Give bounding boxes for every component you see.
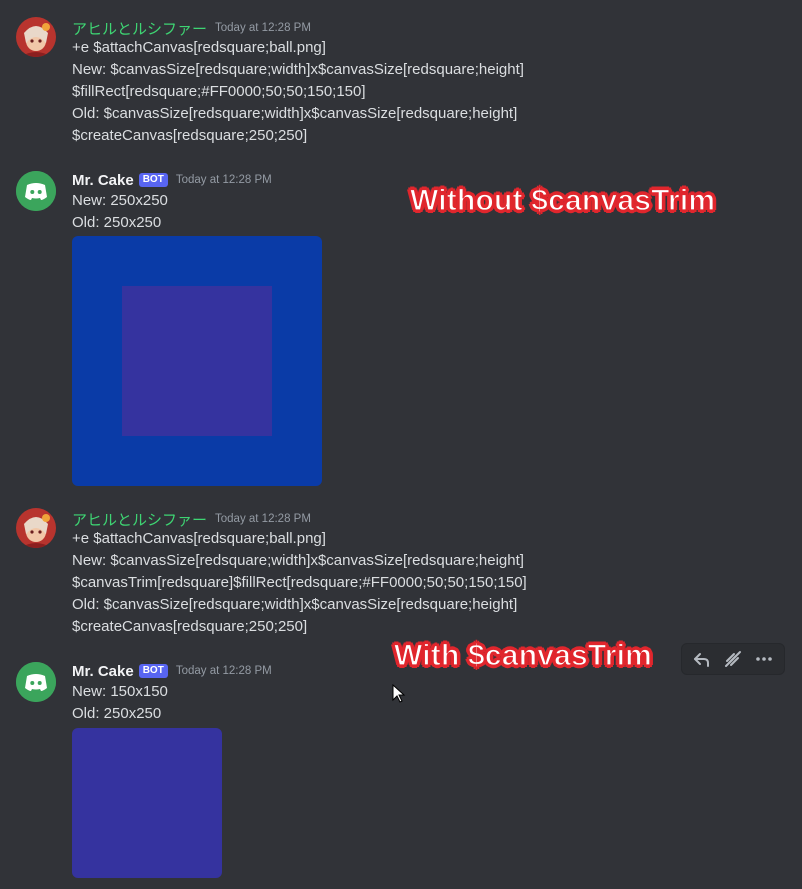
attachment-image[interactable] — [72, 236, 322, 486]
message-line: Old: 250x250 — [72, 705, 162, 722]
more-button[interactable] — [750, 645, 778, 673]
timestamp[interactable]: Today at 12:28 PM — [215, 22, 311, 34]
message-line: Old: $canvasSize[redsquare;width]x$canva… — [72, 105, 518, 122]
attachment-image[interactable] — [72, 728, 222, 878]
user-avatar[interactable] — [16, 17, 56, 57]
reply-button[interactable] — [688, 645, 716, 673]
timestamp[interactable]: Today at 12:28 PM — [176, 665, 272, 677]
message-line: +e $attachCanvas[redsquare;ball.png] — [72, 39, 326, 56]
message-header: アヒルとルシファー Today at 12:28 PM — [72, 17, 311, 39]
message-line: $fillRect[redsquare;#FF0000;50;50;150;15… — [72, 83, 366, 100]
filled-square — [122, 286, 272, 436]
spring-icon — [724, 651, 741, 667]
bot-tag: BOT — [138, 664, 168, 678]
user-avatar[interactable] — [16, 508, 56, 548]
message-header: Mr. Cake BOT Today at 12:28 PM — [72, 169, 272, 191]
timestamp[interactable]: Today at 12:28 PM — [215, 513, 311, 525]
annotation-without: Without $canvasTrim — [409, 183, 716, 217]
message-line: Old: 250x250 — [72, 214, 162, 231]
message-header: Mr. Cake BOT Today at 12:28 PM — [72, 660, 272, 682]
reply-icon — [693, 653, 709, 667]
username[interactable]: Mr. Cake — [72, 172, 134, 189]
mouse-cursor-icon — [392, 684, 406, 703]
annotation-with: With $canvasTrim — [393, 638, 653, 672]
discord-logo-icon — [16, 662, 56, 702]
discord-logo-icon — [16, 171, 56, 211]
username[interactable]: アヒルとルシファー — [72, 509, 207, 530]
message-line: $createCanvas[redsquare;250;250] — [72, 618, 308, 635]
message-line: +e $attachCanvas[redsquare;ball.png] — [72, 530, 326, 547]
message-line: New: 250x250 — [72, 192, 168, 209]
message-line: New: $canvasSize[redsquare;width]x$canva… — [72, 61, 524, 78]
message-line: New: 150x150 — [72, 683, 168, 700]
bot-tag: BOT — [138, 173, 168, 187]
message-line: $createCanvas[redsquare;250;250] — [72, 127, 308, 144]
bot-avatar[interactable] — [16, 662, 56, 702]
bot-avatar[interactable] — [16, 171, 56, 211]
username[interactable]: Mr. Cake — [72, 663, 134, 680]
more-icon — [756, 657, 773, 661]
username[interactable]: アヒルとルシファー — [72, 18, 207, 39]
message-line: New: $canvasSize[redsquare;width]x$canva… — [72, 552, 524, 569]
timestamp[interactable]: Today at 12:28 PM — [176, 174, 272, 186]
message-line: Old: $canvasSize[redsquare;width]x$canva… — [72, 596, 518, 613]
message-action-toolbar — [681, 643, 785, 675]
message-line: $canvasTrim[redsquare]$fillRect[redsquar… — [72, 574, 527, 591]
apps-button[interactable] — [719, 645, 747, 673]
message-header: アヒルとルシファー Today at 12:28 PM — [72, 508, 311, 530]
